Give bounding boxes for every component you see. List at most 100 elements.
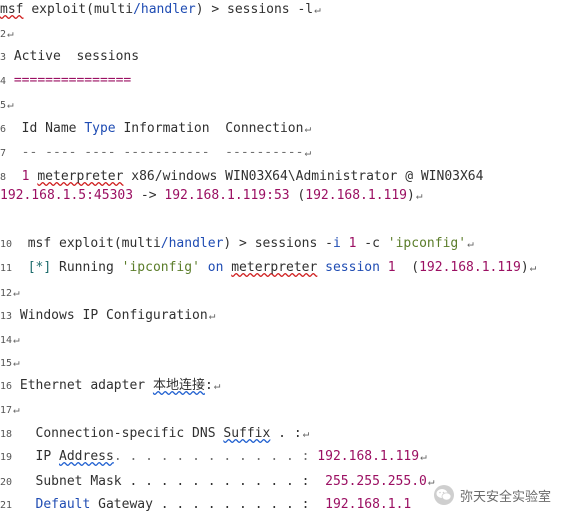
return-icon: ↵ (7, 98, 14, 111)
line-number: 16 (0, 381, 13, 392)
return-icon: ↵ (208, 309, 216, 322)
config-label: IP (12, 449, 60, 464)
line-number: 20 (0, 477, 13, 488)
return-icon: ↵ (304, 146, 312, 159)
command-rest: > sessions - (231, 236, 333, 251)
wechat-icon (434, 485, 454, 505)
watermark-text: 弥天安全实验室 (460, 489, 552, 505)
adapter-name: 本地连接 (152, 378, 205, 393)
ip-address: 192.168.1.119 (419, 260, 521, 275)
config-label: Gateway . . . . . . . . . : (90, 497, 310, 512)
line-text: Id Name (6, 121, 85, 136)
line-number: 14 (0, 335, 13, 346)
line-number: 12 (0, 288, 13, 299)
return-icon: ↵ (467, 237, 474, 250)
line-number: 15 (0, 358, 13, 369)
prompt: msf (0, 2, 24, 17)
config-dots: . : (270, 426, 302, 441)
keyword: Type (84, 121, 116, 136)
return-icon: ↵ (302, 427, 310, 440)
status-bracket: [*] (12, 260, 60, 275)
paren: ( (289, 188, 306, 203)
config-dots: . . . . . . . . . . . . : (113, 449, 310, 464)
paren: ) (407, 188, 415, 203)
terminal-line-18: 18 Connection-specific DNS Suffix . :↵ (0, 424, 309, 444)
paren: ) (195, 2, 204, 17)
command: exploit (59, 236, 114, 251)
flag: i (332, 236, 341, 251)
line-number: 21 (0, 500, 13, 511)
line-text: Running (59, 260, 122, 275)
terminal-line-19: 19 IP Address. . . . . . . . . . . . : 1… (0, 447, 427, 467)
terminal-line-17: 17↵ (0, 400, 20, 420)
watermark: 弥天安全实验室 (434, 483, 574, 507)
terminal-line-16: 16 Ethernet adapter 本地连接:↵ (0, 376, 220, 396)
line-number: 2 (0, 29, 7, 40)
return-icon: ↵ (529, 261, 537, 274)
terminal-line-8: 8 1 meterpreter x86/windows WIN03X64\Adm… (0, 167, 483, 187)
line-text: -- ---- ---- ----------- ---------- (6, 145, 304, 160)
module-part: multi (121, 236, 161, 251)
terminal-line-12: 12↵ (0, 283, 20, 303)
return-icon: ↵ (420, 450, 427, 463)
subnet-mask: 255.255.255.0 (309, 474, 427, 489)
line-text: =============== (6, 73, 132, 88)
keyword: session (317, 260, 388, 275)
module-part: multi (93, 2, 134, 17)
wechat-icon-shape (436, 489, 452, 501)
flag: -c (356, 236, 388, 251)
terminal-line-2: 2↵ (0, 24, 14, 44)
return-icon: ↵ (304, 122, 312, 135)
command-rest: > sessions -l (203, 2, 314, 17)
line-number: 18 (0, 429, 13, 440)
terminal-line-5: 5↵ (0, 95, 14, 115)
line-number: 10 (0, 239, 13, 250)
return-icon: ↵ (7, 27, 14, 40)
return-icon: ↵ (13, 403, 20, 416)
string-literal: 'ipconfig' (121, 260, 200, 275)
ip-address: 192.168.1.119 (305, 188, 408, 203)
config-label-word: Suffix (223, 426, 271, 441)
terminal-line-1: msf exploit(multi/handler) > sessions -l… (0, 0, 321, 20)
terminal-line-21: 21 Default Gateway . . . . . . . . . : 1… (0, 495, 411, 515)
terminal-line-15: 15↵ (0, 353, 20, 373)
keyword: Default (35, 497, 91, 512)
number: 1 (387, 260, 396, 275)
module-part: handler (168, 236, 224, 251)
arrow: -> (133, 188, 165, 203)
paren: ) (520, 260, 529, 275)
config-label: Subnet Mask . . . . . . . . . . . : (12, 474, 310, 489)
config-label-word: Address (59, 449, 114, 464)
return-icon: ↵ (415, 189, 423, 202)
terminal-line-3: 3 Active sessions (0, 47, 139, 67)
session-name: meterpreter (231, 260, 318, 275)
line-number: 17 (0, 405, 13, 416)
gateway-address: 192.168.1.1 (309, 497, 412, 512)
command: exploit (31, 2, 87, 17)
keyword: on (199, 260, 232, 275)
line-text: Windows IP Configuration (12, 308, 208, 323)
terminal-line-11: 11 [*] Running 'ipconfig' on meterpreter… (0, 258, 536, 278)
terminal-line-13: 13 Windows IP Configuration↵ (0, 306, 215, 326)
config-label: Connection-specific DNS (12, 426, 224, 441)
connection-target: 192.168.1.119:53 (164, 188, 290, 203)
paren: ( (395, 260, 420, 275)
session-name: meterpreter (37, 169, 124, 184)
line-text: Active sessions (6, 49, 140, 64)
line-number: 13 (0, 311, 13, 322)
string-literal: 'ipconfig' (387, 236, 467, 251)
line-number: 11 (0, 263, 13, 274)
line-number: 5 (0, 100, 7, 111)
return-icon: ↵ (13, 333, 20, 346)
terminal-line-20: 20 Subnet Mask . . . . . . . . . . . : 2… (0, 472, 435, 492)
terminal-line-8-wrap: 192.168.1.5:45303 -> 192.168.1.119:53 (1… (0, 186, 422, 206)
terminal-line-7: 7 -- ---- ---- ----------- ----------↵ (0, 143, 311, 163)
terminal-line-4: 4 =============== (0, 71, 131, 91)
line-text: x86/windows WIN03X64\Administrator @ WIN… (123, 169, 484, 184)
module-part: handler (140, 2, 196, 17)
terminal-line-6: 6 Id Name Type Information Connection↵ (0, 119, 311, 139)
terminal-line-14: 14↵ (0, 330, 20, 350)
return-icon: ↵ (13, 356, 20, 369)
paren: ( (86, 2, 94, 17)
number: 1 (340, 236, 357, 251)
